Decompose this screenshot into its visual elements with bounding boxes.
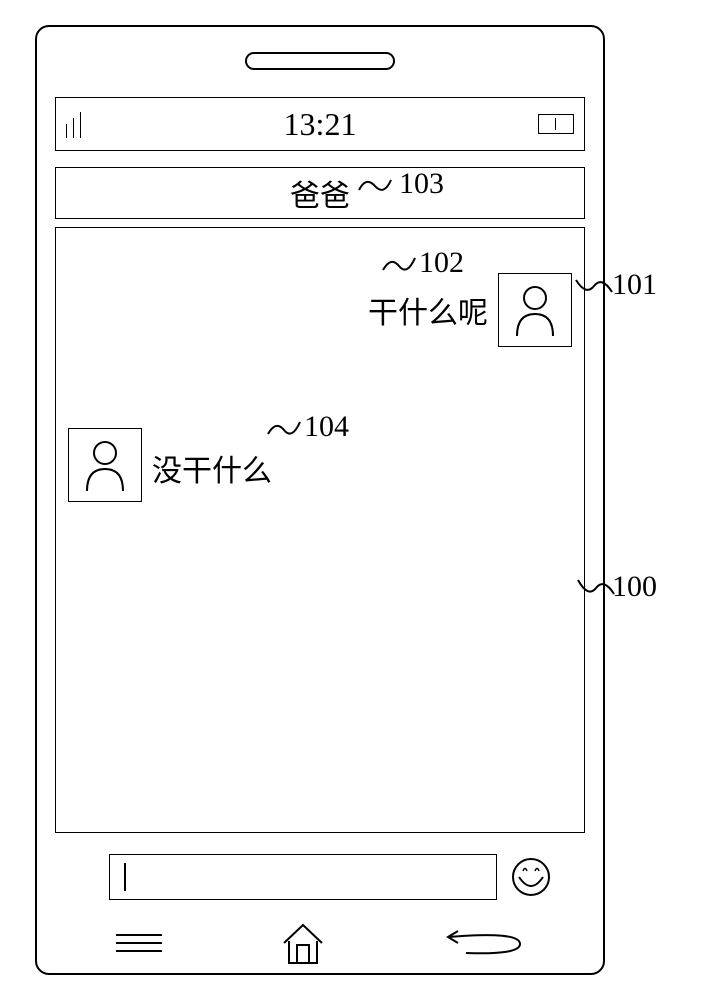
- outgoing-message-text: 干什么呢: [368, 288, 488, 332]
- contact-name: 爸爸: [290, 171, 350, 215]
- status-bar: 13:21: [55, 97, 585, 151]
- menu-icon[interactable]: [116, 934, 162, 952]
- message-input-row: [55, 849, 585, 905]
- annotation-101-label: 101: [612, 268, 657, 301]
- annotation-104-label: 104: [304, 410, 349, 444]
- message-input[interactable]: [109, 854, 497, 900]
- annotation-101: 101: [612, 268, 657, 302]
- annotation-102: 102: [381, 246, 464, 280]
- incoming-message-text: 没干什么: [152, 446, 272, 490]
- contact-title-bar: 爸爸: [55, 167, 585, 219]
- annotation-103-label: 103: [399, 167, 444, 201]
- phone-device-outline: 13:21 爸爸 103 102 干什么呢 104: [35, 25, 605, 975]
- annotation-103: 103: [357, 167, 444, 201]
- person-icon: [511, 282, 559, 338]
- annotation-104: 104: [266, 410, 349, 444]
- clock-time: 13:21: [284, 106, 357, 143]
- back-icon[interactable]: [444, 929, 524, 957]
- text-cursor: [124, 863, 126, 891]
- chat-conversation-area: 102 干什么呢 104 没干什么: [55, 227, 585, 833]
- annotation-100-label: 100: [612, 570, 657, 603]
- incoming-avatar[interactable]: [68, 428, 142, 502]
- annotation-102-label: 102: [419, 246, 464, 280]
- signal-icon: [66, 110, 83, 138]
- emoji-button[interactable]: [511, 857, 551, 897]
- person-icon: [81, 437, 129, 493]
- home-icon[interactable]: [280, 921, 326, 965]
- annotation-100: 100: [612, 570, 657, 604]
- speaker-slot: [245, 52, 395, 70]
- system-nav-bar: [37, 913, 603, 973]
- battery-icon: [538, 114, 574, 134]
- outgoing-avatar[interactable]: [498, 273, 572, 347]
